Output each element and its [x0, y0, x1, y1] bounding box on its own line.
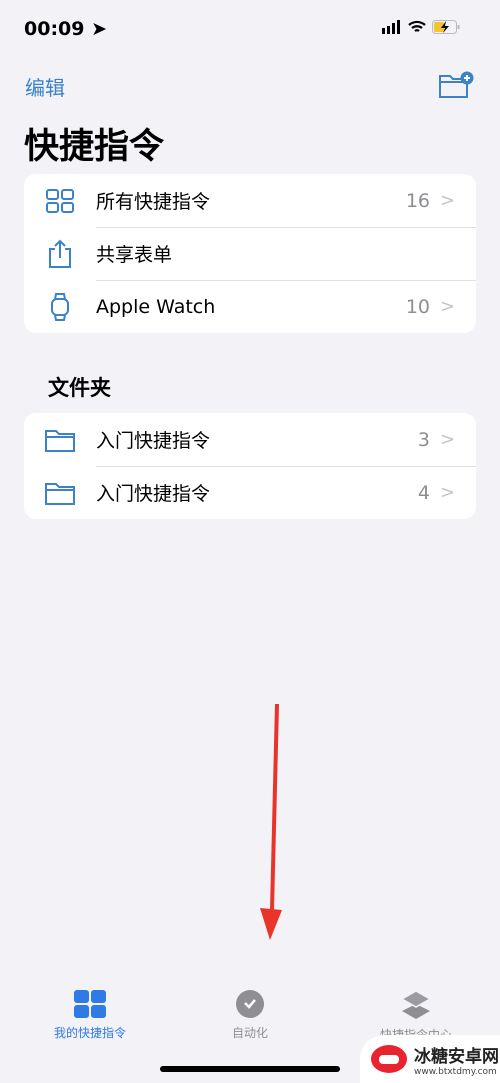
item-count: 4: [417, 481, 430, 504]
tab-label: 自动化: [231, 1026, 268, 1040]
status-time: 00:09 ➤: [24, 18, 108, 40]
annotation-arrow: [260, 703, 282, 940]
chevron-right-icon: >: [440, 190, 456, 211]
battery-charging-icon: [432, 20, 460, 34]
item-count: 16: [405, 189, 430, 212]
folder-icon: [45, 482, 75, 505]
share-icon: [49, 239, 71, 268]
layers-icon: [401, 990, 431, 1019]
watch-icon: [51, 292, 69, 321]
signal-icon: [382, 20, 400, 34]
chevron-right-icon: >: [440, 429, 456, 450]
folder-item[interactable]: 入门快捷指令 4 >: [24, 466, 476, 519]
tab-automation[interactable]: 自动化: [170, 990, 330, 1041]
gamepad-logo-icon: [371, 1045, 407, 1073]
wifi-icon: [408, 20, 426, 32]
folder-icon: [45, 429, 75, 452]
location-icon: ➤: [91, 18, 108, 40]
chevron-right-icon: >: [440, 296, 456, 317]
list-item-apple-watch[interactable]: Apple Watch 10 >: [24, 280, 476, 333]
item-label: 入门快捷指令: [96, 483, 211, 505]
chevron-right-icon: >: [440, 482, 456, 503]
new-folder-icon[interactable]: [438, 70, 474, 100]
clock-check-icon: [236, 990, 264, 1018]
item-label: 共享表单: [96, 244, 173, 266]
folder-item[interactable]: 入门快捷指令 3 >: [24, 413, 476, 466]
watermark-logo: 冰糖安卓网 www.btxtdmy.com: [360, 1035, 500, 1083]
folders-list: 入门快捷指令 3 > 入门快捷指令 4 >: [24, 413, 476, 519]
grid-filled-icon: [74, 990, 106, 1018]
item-count: 3: [417, 428, 430, 451]
grid-icon: [46, 188, 74, 213]
folders-header: 文件夹: [48, 376, 111, 400]
item-label: 入门快捷指令: [96, 430, 211, 452]
tab-label: 我的快捷指令: [53, 1026, 126, 1040]
list-item-all-shortcuts[interactable]: 所有快捷指令 16 >: [24, 174, 476, 227]
item-count: 10: [405, 295, 430, 318]
shortcuts-list: 所有快捷指令 16 > 共享表单 Apple Watch 10 >: [24, 174, 476, 333]
edit-button[interactable]: 编辑: [25, 72, 65, 101]
item-label: 所有快捷指令: [96, 191, 211, 213]
list-item-share-sheet[interactable]: 共享表单: [24, 227, 476, 280]
status-icons: [382, 20, 460, 34]
item-label: Apple Watch: [96, 295, 216, 318]
home-indicator: [160, 1066, 340, 1072]
tab-my-shortcuts[interactable]: 我的快捷指令: [10, 990, 170, 1041]
page-title: 快捷指令: [24, 127, 165, 167]
